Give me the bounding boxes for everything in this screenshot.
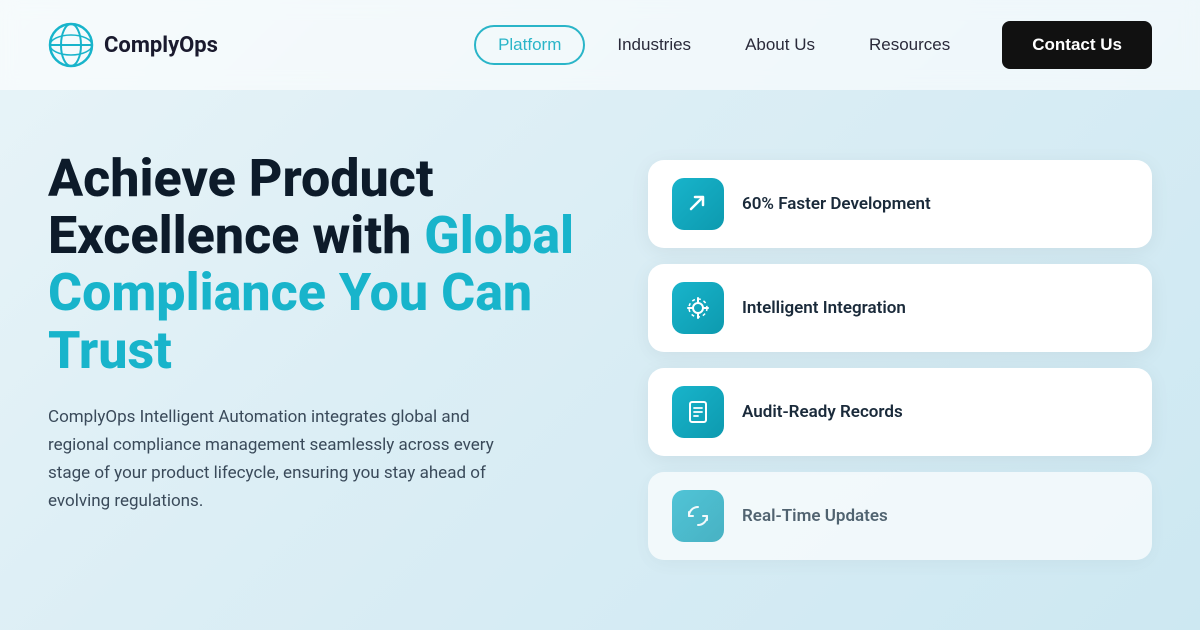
contact-us-button[interactable]: Contact Us (1002, 21, 1152, 69)
updates-icon (672, 490, 724, 542)
audit-icon (672, 386, 724, 438)
feature-label-2: Intelligent Integration (742, 298, 906, 318)
hero-title: Achieve Product Excellence with Global C… (48, 150, 608, 379)
hero-section: Achieve Product Excellence with Global C… (0, 90, 1200, 560)
nav-industries[interactable]: Industries (595, 27, 713, 63)
logo-text: ComplyOps (104, 33, 218, 58)
hero-left: Achieve Product Excellence with Global C… (48, 150, 608, 515)
navbar: ComplyOps Platform Industries About Us R… (0, 0, 1200, 90)
feature-card-2: Intelligent Integration (648, 264, 1152, 352)
growth-arrow-icon (672, 178, 724, 230)
nav-platform[interactable]: Platform (474, 25, 585, 65)
hero-description: ComplyOps Intelligent Automation integra… (48, 403, 528, 515)
feature-card-3: Audit-Ready Records (648, 368, 1152, 456)
feature-card-1: 60% Faster Development (648, 160, 1152, 248)
feature-label-1: 60% Faster Development (742, 194, 931, 214)
nav-about[interactable]: About Us (723, 27, 837, 63)
nav-links: Platform Industries About Us Resources C… (474, 21, 1152, 69)
hero-title-plain: Achieve Product Excellence with (48, 148, 434, 266)
nav-resources[interactable]: Resources (847, 27, 972, 63)
logo[interactable]: ComplyOps (48, 22, 218, 68)
logo-icon (48, 22, 94, 68)
feature-cards: 60% Faster Development Intelligent Integ… (648, 150, 1152, 560)
feature-label-4: Real-Time Updates (742, 506, 888, 526)
feature-card-4: Real-Time Updates (648, 472, 1152, 560)
feature-label-3: Audit-Ready Records (742, 402, 903, 422)
integration-icon (672, 282, 724, 334)
